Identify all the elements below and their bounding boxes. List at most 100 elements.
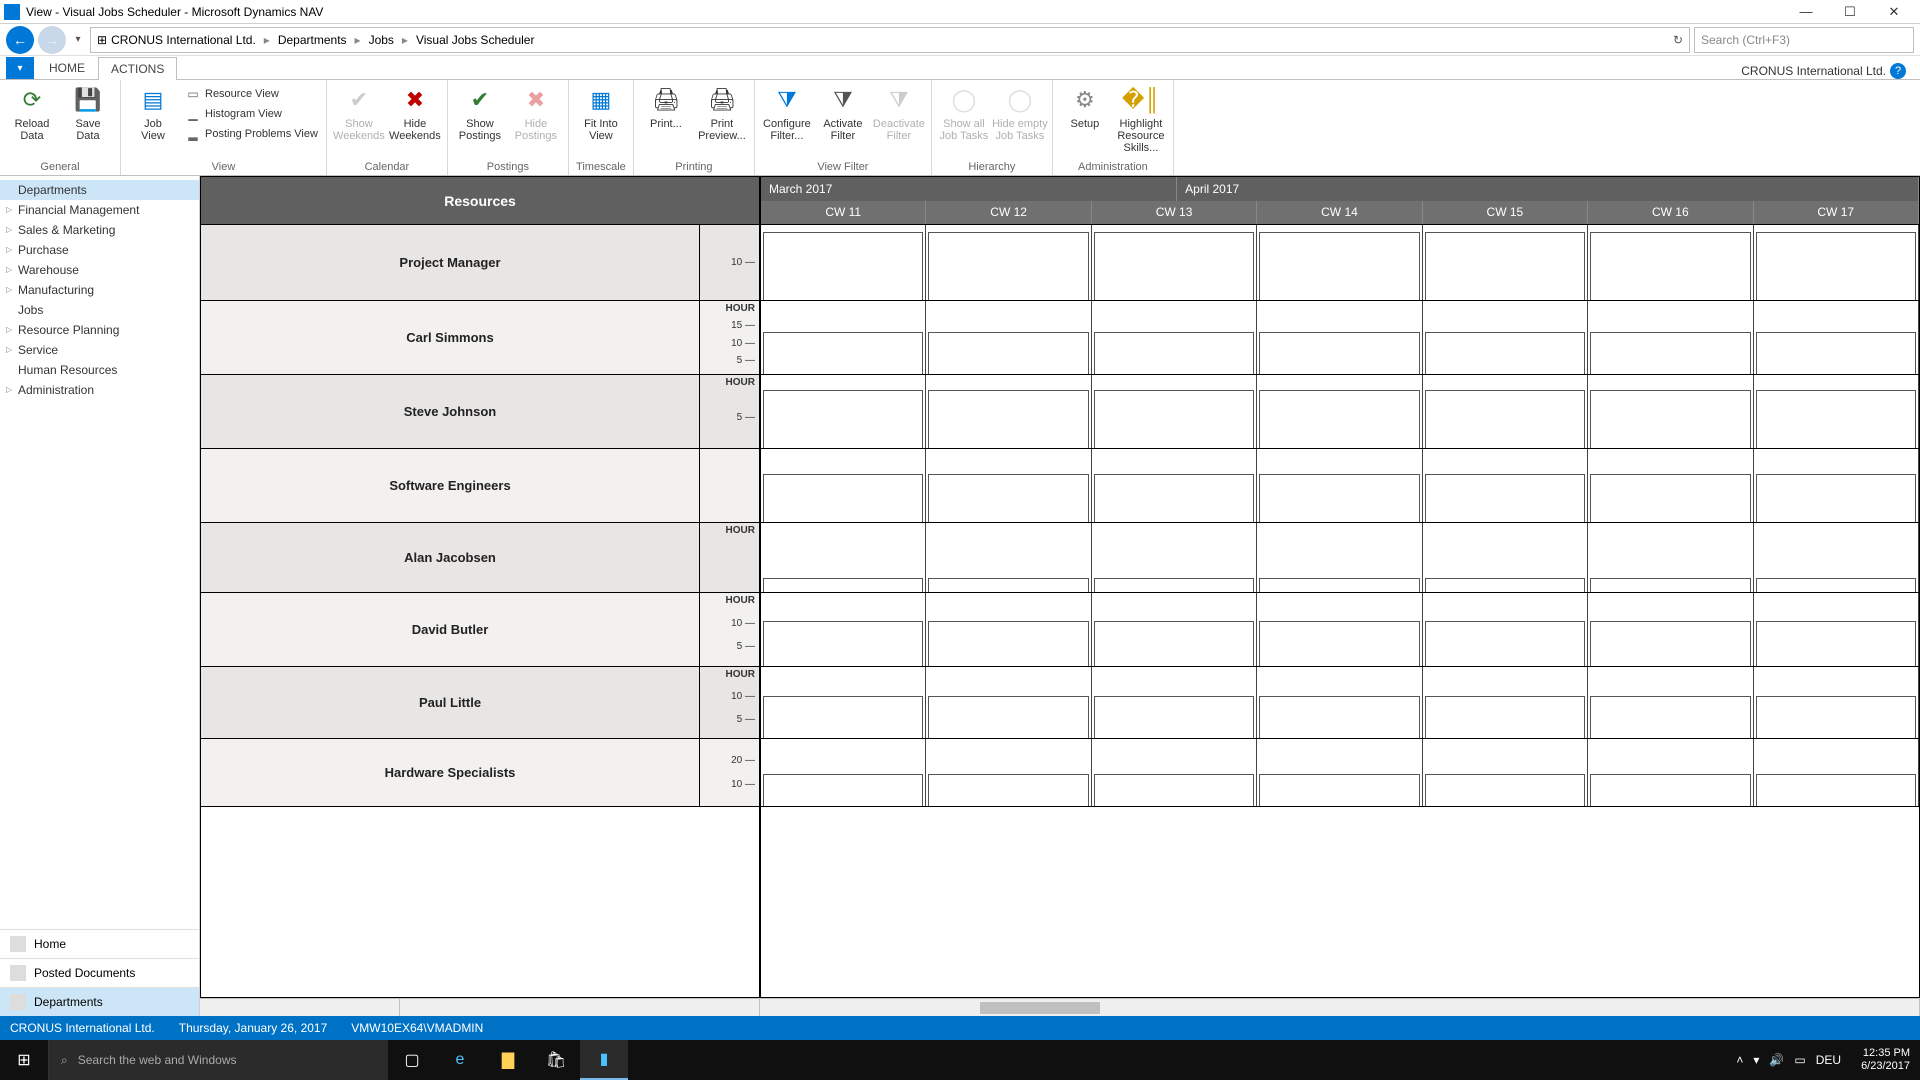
address-bar[interactable]: ⊞ CRONUS International Ltd.▸ Departments… xyxy=(90,27,1690,53)
week-cell[interactable] xyxy=(1423,667,1588,738)
fit-into-view-button[interactable]: ▦Fit IntoView xyxy=(573,82,629,144)
tab-actions[interactable]: ACTIONS xyxy=(98,57,177,80)
week-cell[interactable] xyxy=(1588,739,1753,806)
nav-bottom-departments[interactable]: Departments xyxy=(0,987,199,1016)
resource-row[interactable]: Steve JohnsonHOUR5 — xyxy=(201,375,759,449)
chart-rows[interactable] xyxy=(761,225,1919,997)
week-cell[interactable] xyxy=(926,225,1091,300)
highlight-skills-button[interactable]: �║HighlightResource Skills... xyxy=(1113,82,1169,156)
week-cell[interactable] xyxy=(1754,523,1919,592)
sidebar-item-human-resources[interactable]: Human Resources xyxy=(0,360,199,380)
histogram-view-button[interactable]: ▁Histogram View xyxy=(181,104,322,124)
week-cell[interactable] xyxy=(1423,739,1588,806)
week-cell[interactable] xyxy=(926,449,1091,522)
nav-bottom-posted-documents[interactable]: Posted Documents xyxy=(0,958,199,987)
sidebar-item-financial-management[interactable]: Financial Management xyxy=(0,200,199,220)
week-cell[interactable] xyxy=(1754,667,1919,738)
taskbar-search[interactable]: ⌕Search the web and Windows xyxy=(48,1040,388,1080)
help-icon[interactable]: ? xyxy=(1890,63,1906,79)
chart-row[interactable] xyxy=(761,523,1919,593)
resource-row[interactable]: Software Engineers xyxy=(201,449,759,523)
breadcrumb-1[interactable]: Departments xyxy=(278,33,347,47)
reload-data-button[interactable]: ⟳ReloadData xyxy=(4,82,60,144)
resource-row[interactable]: David ButlerHOUR10 —5 — xyxy=(201,593,759,667)
start-button[interactable]: ⊞ xyxy=(0,1040,48,1080)
week-cell[interactable] xyxy=(1257,301,1422,374)
volume-icon[interactable]: 🔊 xyxy=(1769,1053,1784,1067)
sidebar-item-administration[interactable]: Administration xyxy=(0,380,199,400)
week-cell[interactable] xyxy=(1423,523,1588,592)
week-cell[interactable] xyxy=(1588,523,1753,592)
configure-filter-button[interactable]: ⧩ConfigureFilter... xyxy=(759,82,815,144)
tab-home[interactable]: HOME xyxy=(36,56,98,79)
edge-button[interactable]: e xyxy=(436,1040,484,1080)
week-cell[interactable] xyxy=(1588,225,1753,300)
sidebar-item-manufacturing[interactable]: Manufacturing xyxy=(0,280,199,300)
show-weekends-button[interactable]: ✔ShowWeekends xyxy=(331,82,387,144)
show-postings-button[interactable]: ✔ShowPostings xyxy=(452,82,508,144)
file-menu[interactable]: ▾ xyxy=(6,57,34,79)
sidebar-item-purchase[interactable]: Purchase xyxy=(0,240,199,260)
week-cell[interactable] xyxy=(1754,449,1919,522)
week-cell[interactable] xyxy=(1754,593,1919,666)
gantt[interactable]: Resources Project Manager10 —Carl Simmon… xyxy=(200,176,1920,998)
resource-row[interactable]: Carl SimmonsHOUR15 —10 —5 — xyxy=(201,301,759,375)
nav-app-button[interactable]: ▮ xyxy=(580,1040,628,1080)
system-tray[interactable]: ˄ ▾ 🔊 ▭ DEU xyxy=(1726,1053,1851,1067)
taskbar-clock[interactable]: 12:35 PM 6/23/2017 xyxy=(1851,1047,1920,1073)
week-cell[interactable] xyxy=(1257,375,1422,448)
nav-forward-button[interactable]: → xyxy=(38,26,66,54)
week-cell[interactable] xyxy=(761,593,926,666)
week-cell[interactable] xyxy=(1092,593,1257,666)
sidebar-item-warehouse[interactable]: Warehouse xyxy=(0,260,199,280)
job-view-button[interactable]: ▤JobView xyxy=(125,82,181,144)
week-cell[interactable] xyxy=(1092,225,1257,300)
network-icon[interactable]: ▾ xyxy=(1753,1053,1759,1067)
explorer-button[interactable]: ▇ xyxy=(484,1040,532,1080)
resource-view-button[interactable]: ▭Resource View xyxy=(181,84,322,104)
week-cell[interactable] xyxy=(926,739,1091,806)
setup-button[interactable]: ⚙Setup xyxy=(1057,82,1113,132)
minimize-button[interactable]: — xyxy=(1784,0,1828,24)
save-data-button[interactable]: 💾SaveData xyxy=(60,82,116,144)
chart-row[interactable] xyxy=(761,301,1919,375)
week-cell[interactable] xyxy=(1257,523,1422,592)
print-preview-button[interactable]: 🖨PrintPreview... xyxy=(694,82,750,144)
breadcrumb-2[interactable]: Jobs xyxy=(369,33,394,47)
week-cell[interactable] xyxy=(761,225,926,300)
week-cell[interactable] xyxy=(1092,523,1257,592)
posting-problems-button[interactable]: ▂Posting Problems View xyxy=(181,124,322,144)
week-cell[interactable] xyxy=(1257,667,1422,738)
week-cell[interactable] xyxy=(1257,449,1422,522)
week-cell[interactable] xyxy=(761,375,926,448)
week-cell[interactable] xyxy=(1257,593,1422,666)
chart-row[interactable] xyxy=(761,449,1919,523)
week-cell[interactable] xyxy=(926,301,1091,374)
week-cell[interactable] xyxy=(1092,301,1257,374)
week-cell[interactable] xyxy=(1092,449,1257,522)
store-button[interactable]: 🛍 xyxy=(532,1040,580,1080)
sidebar-item-sales-marketing[interactable]: Sales & Marketing xyxy=(0,220,199,240)
week-cell[interactable] xyxy=(926,667,1091,738)
hide-weekends-button[interactable]: ✖HideWeekends xyxy=(387,82,443,144)
week-cell[interactable] xyxy=(1754,225,1919,300)
week-cell[interactable] xyxy=(1754,375,1919,448)
sidebar-item-service[interactable]: Service xyxy=(0,340,199,360)
week-cell[interactable] xyxy=(1092,667,1257,738)
week-cell[interactable] xyxy=(761,667,926,738)
resource-row[interactable]: Alan JacobsenHOUR xyxy=(201,523,759,593)
task-view-button[interactable]: ▢ xyxy=(388,1040,436,1080)
week-cell[interactable] xyxy=(1588,593,1753,666)
activate-filter-button[interactable]: ⧩ActivateFilter xyxy=(815,82,871,144)
week-cell[interactable] xyxy=(761,449,926,522)
tray-up-icon[interactable]: ˄ xyxy=(1736,1053,1743,1067)
print-button[interactable]: 🖨Print... xyxy=(638,82,694,132)
week-cell[interactable] xyxy=(926,593,1091,666)
breadcrumb-0[interactable]: CRONUS International Ltd. xyxy=(111,33,256,47)
refresh-icon[interactable]: ↻ xyxy=(1663,33,1683,47)
resource-row[interactable]: Paul LittleHOUR10 —5 — xyxy=(201,667,759,739)
breadcrumb-3[interactable]: Visual Jobs Scheduler xyxy=(416,33,535,47)
close-button[interactable]: ✕ xyxy=(1872,0,1916,24)
week-cell[interactable] xyxy=(1423,449,1588,522)
week-cell[interactable] xyxy=(1754,301,1919,374)
